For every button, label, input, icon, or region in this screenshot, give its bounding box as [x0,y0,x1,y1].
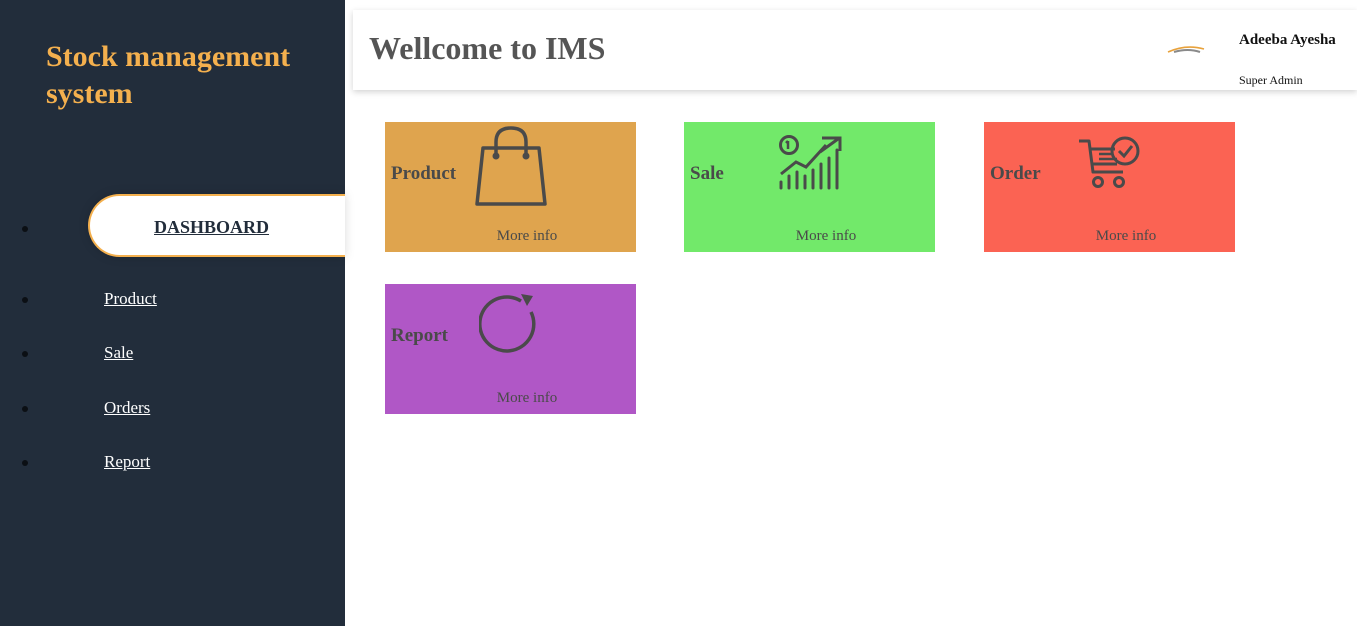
bullet-icon [22,351,28,357]
bullet-icon [22,297,28,303]
more-info-link[interactable]: More info [385,390,636,407]
bullet-icon [22,226,28,232]
report-link[interactable]: Report [104,452,150,472]
product-card[interactable]: Product More info [385,122,636,252]
bullet-icon [22,460,28,466]
bullet-icon [22,406,28,412]
user-role: Super Admin [1239,73,1303,87]
top-header: Wellcome to IMS Adeeba Ayesha Super Admi… [353,10,1357,90]
page-title: Wellcome to IMS [369,30,606,66]
card-title: Order [990,163,1041,184]
product-link[interactable]: Product [104,289,157,309]
report-card[interactable]: Report More info [385,284,636,414]
sale-link[interactable]: Sale [104,343,133,363]
more-info-link[interactable]: More info [684,228,935,245]
orders-link[interactable]: Orders [104,398,150,418]
cart-check-icon [1079,136,1140,188]
card-title: Sale [690,163,724,184]
sidebar-item-label: DASHBOARD [154,217,270,237]
order-card[interactable]: Order More info [984,122,1235,252]
card-title: Report [391,325,448,346]
card-title: Product [391,163,457,184]
user-name: Adeeba Ayesha [1239,32,1336,48]
avatar[interactable] [1166,42,1206,56]
growth-chart-icon [779,135,842,190]
dashboard-link[interactable]: DASHBOARD [88,194,345,257]
brand-title: Stock management system [46,40,291,110]
more-info-link[interactable]: More info [385,228,636,245]
sidebar: Stock management system DASHBOARD Produc… [0,0,345,626]
refresh-icon [479,294,536,353]
shopping-bag-icon [475,126,547,206]
sale-card[interactable]: Sale More info [684,122,935,252]
more-info-link[interactable]: More info [984,228,1235,245]
